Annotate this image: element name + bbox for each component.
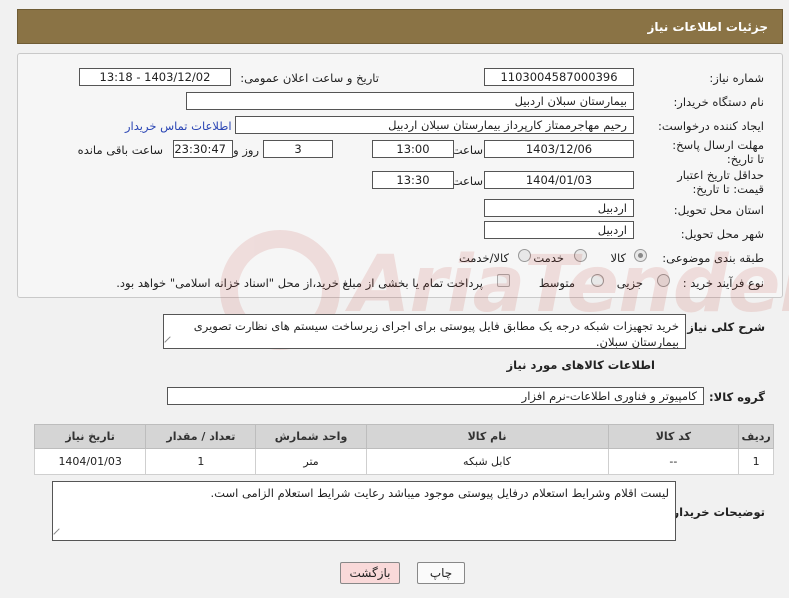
- back-button[interactable]: بازگشت: [340, 562, 400, 584]
- cell-date: 1404/01/03: [33, 448, 147, 475]
- cell-code: --: [607, 448, 740, 475]
- validity-time-label: ساعت: [451, 174, 483, 188]
- goods-table-header: ردیف کد کالا نام کالا واحد شمارش تعداد /…: [33, 424, 774, 449]
- city-field[interactable]: اردبیل: [484, 221, 634, 239]
- col-unit: واحد شمارش: [255, 424, 367, 449]
- page-header: جزئیات اطلاعات نیاز: [17, 9, 783, 44]
- announce-label: تاریخ و ساعت اعلان عمومی:: [240, 71, 379, 85]
- buyer-org-field[interactable]: بیمارستان سبلان اردبیل: [186, 92, 634, 110]
- description-text: خرید تجهیزات شبکه درجه یک مطابق فایل پیو…: [193, 319, 679, 349]
- goods-section-title: اطلاعات کالاهای مورد نیاز: [506, 358, 655, 372]
- contact-info-link[interactable]: اطلاعات تماس خریدار: [125, 119, 232, 133]
- days-field[interactable]: 3: [263, 140, 333, 158]
- buyer-notes-textarea[interactable]: لیست اقلام وشرایط استعلام درفایل پیوستی …: [52, 481, 676, 541]
- category-option-goods-service: کالا/خدمت: [458, 251, 509, 265]
- cell-name: کابل شبکه: [365, 448, 609, 475]
- description-label: شرح کلی نیاز:: [682, 320, 765, 334]
- process-radio-medium[interactable]: [591, 274, 604, 287]
- col-name: نام کالا: [365, 424, 609, 449]
- remaining-label: ساعت باقی مانده: [77, 143, 163, 157]
- validity-date-field[interactable]: 1404/01/03: [484, 171, 634, 189]
- treasury-payment-note: پرداخت تمام یا بخشی از مبلغ خرید،از محل …: [116, 276, 483, 290]
- goods-group-field[interactable]: کامپیوتر و فناوری اطلاعات-نرم افزار: [167, 387, 704, 405]
- resize-grip-icon: [53, 528, 65, 540]
- page-title: جزئیات اطلاعات نیاز: [647, 20, 768, 34]
- category-radio-service[interactable]: [574, 249, 587, 262]
- buyer-notes-label: توضیحات خریدار:: [667, 505, 765, 519]
- buyer-org-label: نام دستگاه خریدار:: [673, 95, 764, 109]
- deadline-date-field[interactable]: 1403/12/06: [484, 140, 634, 158]
- table-row[interactable]: 1 -- کابل شبکه متر 1 1404/01/03: [33, 448, 774, 475]
- remaining-time-field[interactable]: 23:30:47: [173, 140, 233, 158]
- category-label: طبقه بندی موضوعی:: [662, 251, 764, 265]
- category-option-goods: کالا: [610, 251, 626, 265]
- need-number-field[interactable]: 1103004587000396: [484, 68, 634, 86]
- col-code: کد کالا: [607, 424, 740, 449]
- process-radio-minor[interactable]: [657, 274, 670, 287]
- goods-table: ردیف کد کالا نام کالا واحد شمارش تعداد /…: [33, 424, 774, 475]
- creator-field[interactable]: رحیم مهاجرممتاز کارپرداز بیمارستان سبلان…: [235, 116, 634, 134]
- goods-group-label: گروه کالا:: [709, 390, 765, 404]
- buyer-notes-text: لیست اقلام وشرایط استعلام درفایل پیوستی …: [210, 486, 669, 500]
- deadline-time-field[interactable]: 13:00: [372, 140, 454, 158]
- category-radio-goods-service[interactable]: [518, 249, 531, 262]
- category-radio-goods[interactable]: [634, 249, 647, 262]
- cell-unit: متر: [255, 448, 367, 475]
- col-row: ردیف: [738, 424, 774, 449]
- print-button[interactable]: چاپ: [417, 562, 465, 584]
- cell-row: 1: [738, 448, 774, 475]
- deadline-label: مهلت ارسال پاسخ: تا تاریخ:: [672, 138, 764, 166]
- col-qty: تعداد / مقدار: [145, 424, 257, 449]
- days-label: روز و: [233, 143, 259, 157]
- col-date: تاریخ نیاز: [33, 424, 147, 449]
- need-number-label: شماره نیاز:: [709, 71, 764, 85]
- validity-label: حداقل تاریخ اعتبار قیمت: تا تاریخ:: [677, 168, 764, 196]
- validity-time-field[interactable]: 13:30: [372, 171, 454, 189]
- announce-field[interactable]: 1403/12/02 - 13:18: [79, 68, 231, 86]
- process-option-medium: متوسط: [538, 276, 575, 290]
- process-option-minor: جزیی: [616, 276, 643, 290]
- province-field[interactable]: اردبیل: [484, 199, 634, 217]
- cell-qty: 1: [145, 448, 257, 475]
- process-label: نوع فرآیند خرید :: [682, 276, 764, 290]
- resize-grip-icon: [164, 336, 176, 348]
- creator-label: ایجاد کننده درخواست:: [658, 119, 764, 133]
- category-option-service: خدمت: [533, 251, 564, 265]
- description-textarea[interactable]: خرید تجهیزات شبکه درجه یک مطابق فایل پیو…: [163, 314, 686, 349]
- treasury-payment-checkbox[interactable]: [497, 274, 510, 287]
- province-label: استان محل تحویل:: [673, 203, 764, 217]
- deadline-time-label: ساعت: [451, 143, 483, 157]
- city-label: شهر محل تحویل:: [680, 227, 764, 241]
